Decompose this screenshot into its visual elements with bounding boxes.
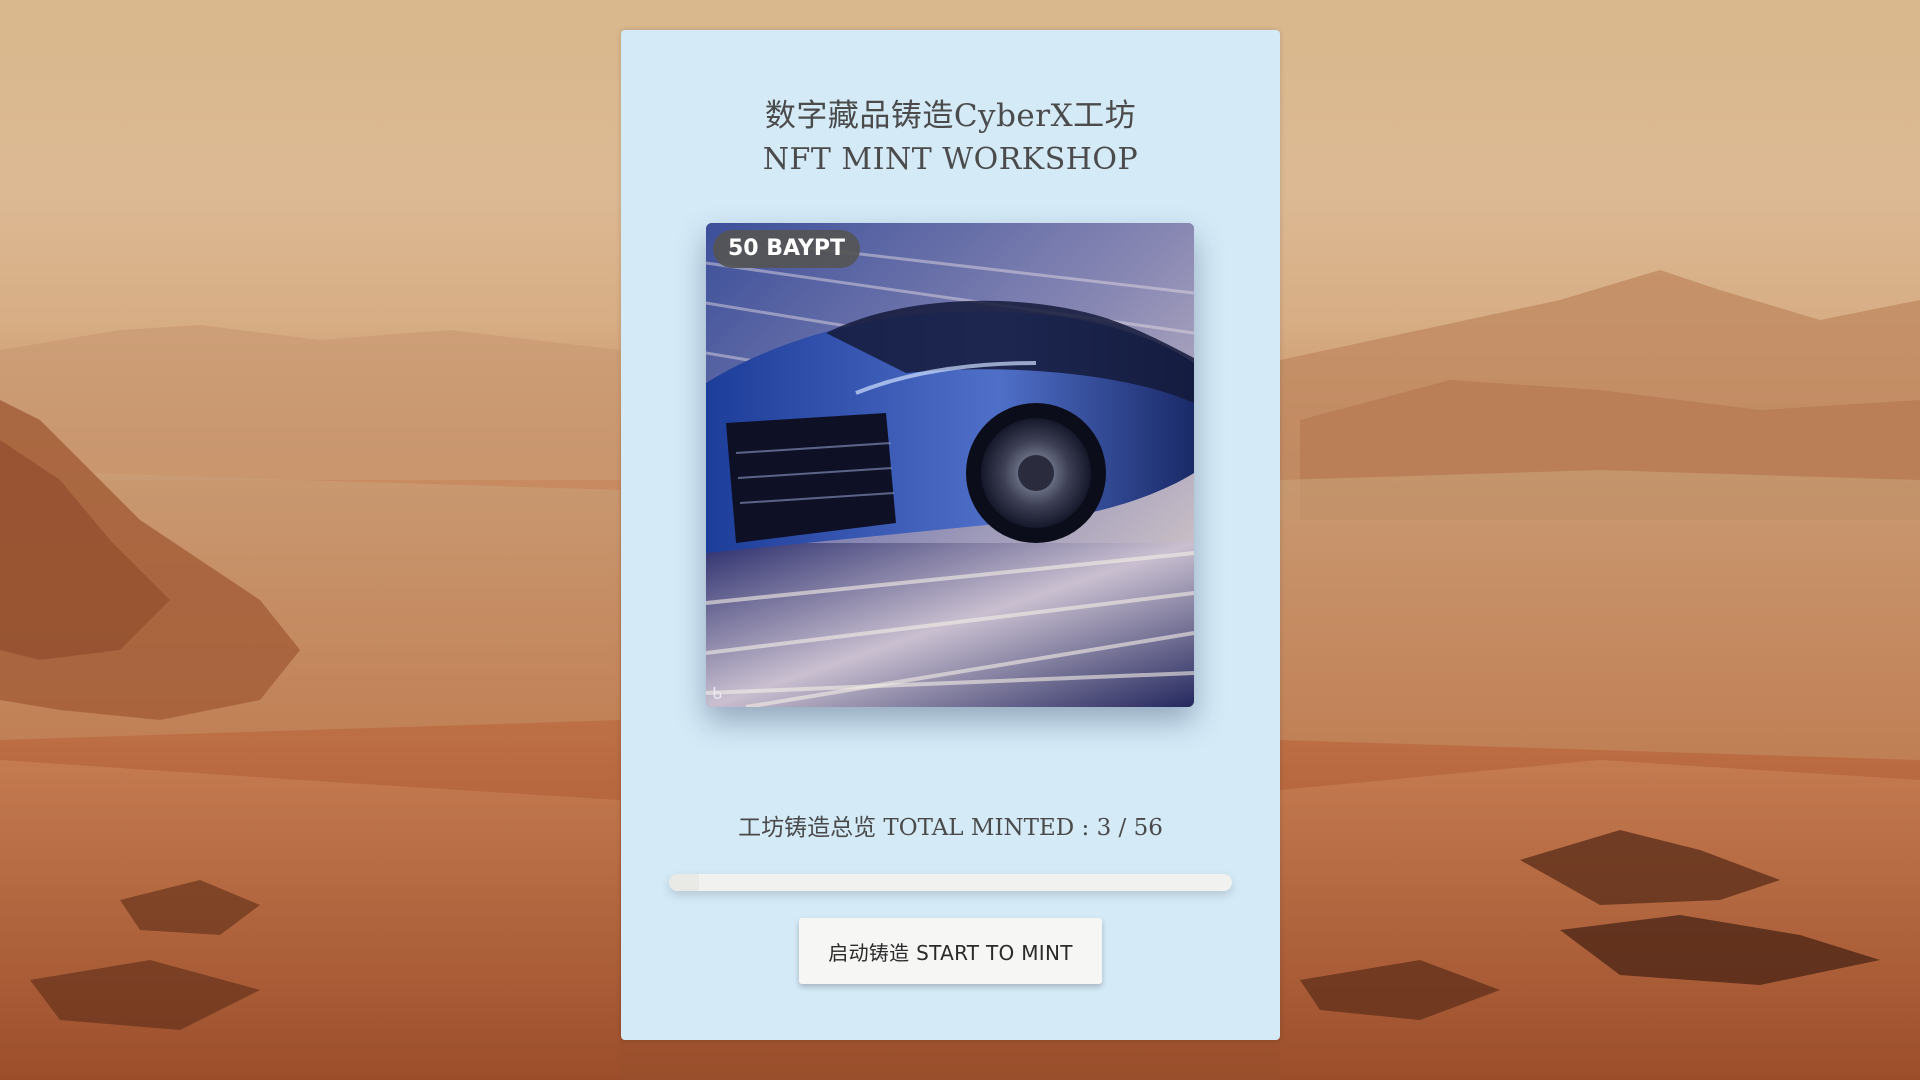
mint-progress-bar bbox=[669, 874, 1232, 891]
total-minted-label: 工坊铸造总览 TOTAL MINTED : 3 / 56 bbox=[738, 815, 1163, 841]
mint-panel: 数字藏品铸造CyberX工坊 NFT MINT WORKSHOP 50 BAYP… bbox=[621, 30, 1280, 1040]
nft-preview-card: 50 BAYPT ᑲ bbox=[706, 223, 1194, 707]
start-mint-button[interactable]: 启动铸造 START TO MINT bbox=[799, 918, 1102, 984]
price-badge: 50 BAYPT bbox=[713, 230, 861, 268]
sports-car-image bbox=[706, 223, 1194, 707]
bing-logo-icon: ᑲ bbox=[712, 684, 723, 703]
mint-progress-fill bbox=[669, 874, 700, 891]
page-subtitle: NFT MINT WORKSHOP bbox=[762, 142, 1139, 177]
page-title: 数字藏品铸造CyberX工坊 bbox=[764, 98, 1137, 134]
